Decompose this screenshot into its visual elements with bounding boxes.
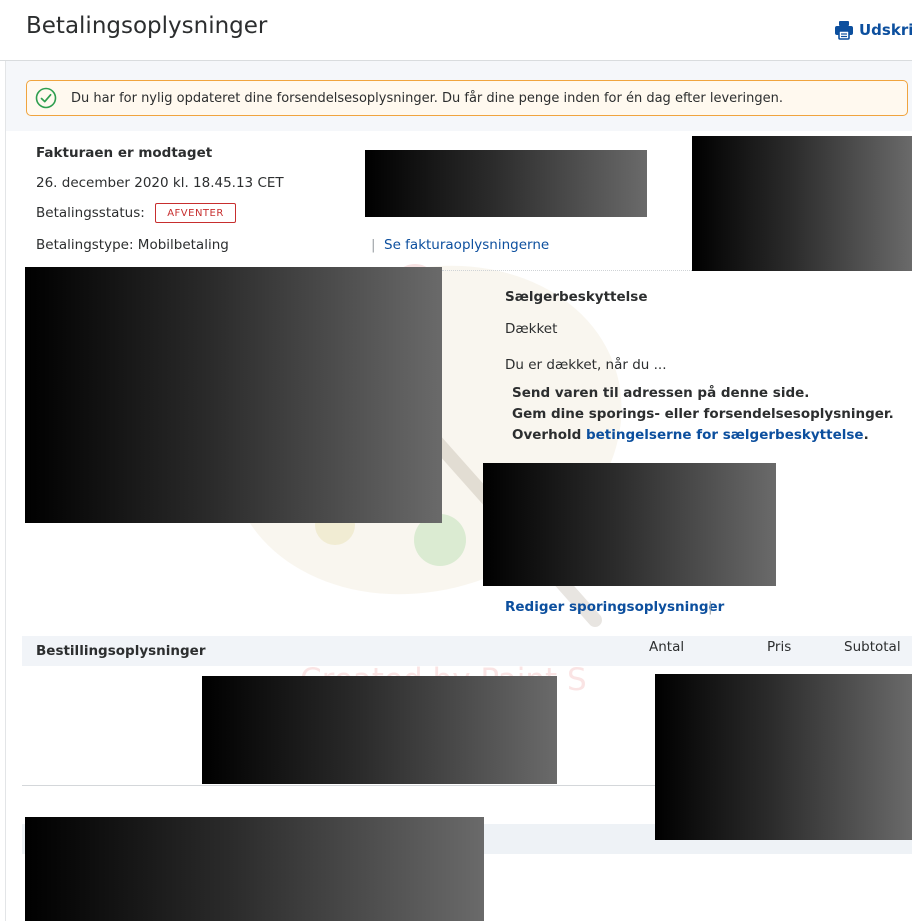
printer-icon <box>835 21 853 40</box>
check-circle-icon <box>35 87 57 109</box>
alert-text: Du har for nylig opdateret dine forsende… <box>71 90 783 106</box>
column-header-price: Pris <box>767 639 792 655</box>
redacted-block <box>655 674 912 840</box>
shipping-update-alert: Du har for nylig opdateret dine forsende… <box>26 80 908 116</box>
redacted-block <box>483 463 776 586</box>
redacted-block <box>25 817 484 921</box>
print-label: Udskriv <box>859 21 912 39</box>
left-border <box>5 0 6 921</box>
payment-status-label: Betalingsstatus: <box>36 205 145 221</box>
tracking-separator: | <box>708 599 713 615</box>
order-row-divider <box>22 785 662 786</box>
edit-tracking-link[interactable]: Rediger sporingsoplysninger <box>505 599 724 615</box>
invoice-status-title: Fakturaen er modtaget <box>36 145 213 161</box>
invoice-date: 26. december 2020 kl. 18.45.13 CET <box>36 175 284 191</box>
invoice-details-link[interactable]: Se fakturaoplysningerne <box>384 237 549 253</box>
payment-type: Betalingstype: Mobilbetaling <box>36 237 229 253</box>
link-separator: | <box>371 237 376 253</box>
print-link[interactable]: Udskriv <box>834 20 912 40</box>
column-header-quantity: Antal <box>649 639 685 655</box>
seller-protection-status: Dækket <box>505 321 558 337</box>
redacted-block <box>25 267 442 523</box>
seller-protection-intro: Du er dækket, når du ... <box>505 357 667 373</box>
requirement-suffix: . <box>863 427 869 443</box>
redacted-block <box>692 136 912 271</box>
protection-requirement-1: Send varen til adressen på denne side. <box>512 385 810 401</box>
order-section-title: Bestillingsoplysninger <box>36 643 206 659</box>
redacted-block <box>365 150 647 217</box>
page-title: Betalingsoplysninger <box>26 13 268 39</box>
protection-terms-link[interactable]: betingelserne for sælgerbeskyttelse <box>586 427 864 443</box>
payment-status-badge: AFVENTER <box>155 203 236 223</box>
seller-protection-title: Sælgerbeskyttelse <box>505 289 648 305</box>
protection-requirement-3: Overhold betingelserne for sælgerbeskytt… <box>512 427 869 443</box>
protection-requirement-2: Gem dine sporings- eller forsendelsesopl… <box>512 406 894 422</box>
column-header-subtotal: Subtotal <box>844 639 901 655</box>
page-header: Betalingsoplysninger Udskriv <box>0 0 912 61</box>
requirement-prefix: Overhold <box>512 427 586 443</box>
redacted-block <box>202 676 557 784</box>
